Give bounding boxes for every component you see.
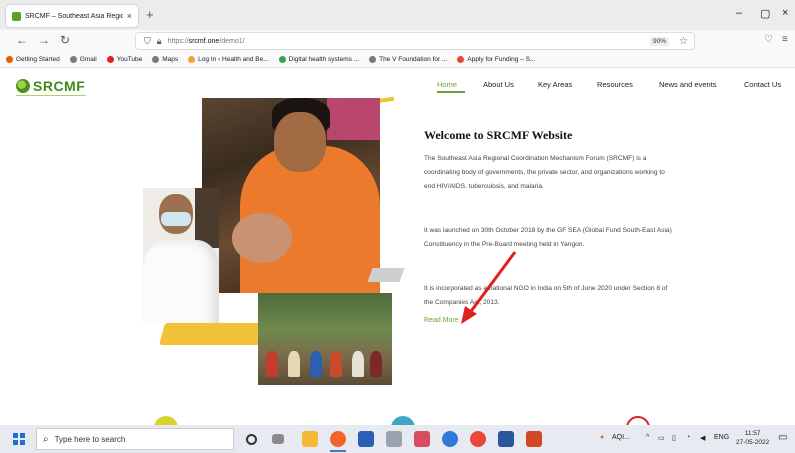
browser-nav-bar: ← → ↻ ⛉ 🔒︎ https://srcmf.one/demo1/ 90% … bbox=[0, 30, 795, 52]
pocket-icon[interactable]: ♡ bbox=[764, 34, 773, 45]
red-arrow-annotation bbox=[461, 251, 517, 324]
site-logo[interactable]: SRCMF bbox=[16, 78, 85, 94]
bookmark-favicon-icon bbox=[188, 56, 196, 63]
browser-tab-strip: SRCMF – Southeast Asia Regio × + – ▢ × bbox=[0, 0, 795, 30]
bookmark-favicon-icon bbox=[278, 56, 286, 63]
nav-news-and-events[interactable]: News and events bbox=[659, 80, 717, 89]
maximize-button[interactable]: ▢ bbox=[760, 7, 770, 20]
app-icon[interactable] bbox=[386, 431, 402, 447]
children-photo bbox=[258, 293, 392, 385]
bookmark-label: Maps bbox=[162, 56, 179, 63]
clock[interactable]: 11:57 27-05-2022 bbox=[736, 429, 769, 447]
url-text[interactable]: https://srcmf.one/demo1/ bbox=[168, 38, 644, 45]
web-page: SRCMF Home About Us Key Areas Resources … bbox=[0, 68, 795, 425]
site-favicon-icon bbox=[12, 11, 21, 21]
read-more-link[interactable]: Read More bbox=[424, 317, 459, 324]
task-view-icon[interactable] bbox=[272, 434, 284, 444]
forward-button[interactable]: → bbox=[38, 33, 50, 47]
decorative-stroke bbox=[367, 268, 405, 282]
bookmark-item[interactable]: Digital health systems ... bbox=[278, 56, 360, 63]
weather-icon[interactable]: ● bbox=[600, 434, 604, 441]
bookmark-item[interactable]: Gmail bbox=[69, 56, 97, 63]
bookmark-item[interactable]: YouTube bbox=[106, 56, 143, 63]
bookmark-label: Digital health systems ... bbox=[288, 56, 360, 63]
language-indicator[interactable]: ENG bbox=[714, 434, 729, 441]
bookmark-favicon-icon bbox=[106, 56, 114, 63]
powerpoint-icon[interactable] bbox=[526, 431, 542, 447]
mother-child-photo bbox=[202, 98, 380, 293]
chrome-icon[interactable] bbox=[470, 431, 486, 447]
bookmark-item[interactable]: The V Foundation for ... bbox=[369, 56, 447, 63]
file-explorer-icon[interactable] bbox=[302, 431, 318, 447]
bookmark-favicon-icon bbox=[69, 56, 77, 63]
lock-icon[interactable]: 🔒︎ bbox=[157, 36, 162, 47]
reload-button[interactable]: ↻ bbox=[60, 33, 70, 47]
zoom-level[interactable]: 90% bbox=[650, 36, 670, 46]
windows-taskbar: ⌕ Type here to search ● AQI... ^ ▭ ▯ ◔ ◀… bbox=[0, 425, 795, 453]
bookmarks-bar: Getting Started Gmail YouTube Maps Log In ‹ … bbox=[0, 52, 795, 68]
nav-contact-us[interactable]: Contact Us bbox=[744, 80, 781, 89]
store-icon[interactable] bbox=[358, 431, 374, 447]
key-area-icon[interactable] bbox=[626, 416, 650, 425]
tray-chevron-icon[interactable]: ^ bbox=[646, 434, 649, 441]
active-app-indicator bbox=[330, 450, 346, 452]
tray-battery-icon[interactable]: ▯ bbox=[672, 434, 676, 442]
bookmark-label: YouTube bbox=[116, 56, 143, 63]
menu-icon[interactable]: ≡ bbox=[782, 34, 788, 45]
bookmark-item[interactable]: Log In ‹ Health and Be... bbox=[188, 56, 269, 63]
shield-icon[interactable]: ⛉ bbox=[144, 36, 151, 47]
firefox-icon[interactable] bbox=[330, 431, 346, 447]
app-icon[interactable] bbox=[414, 431, 430, 447]
bookmark-label: The V Foundation for ... bbox=[379, 56, 448, 63]
new-tab-button[interactable]: + bbox=[146, 7, 154, 22]
address-bar[interactable]: ⛉ 🔒︎ https://srcmf.one/demo1/ 90% ☆ bbox=[135, 32, 695, 50]
bookmark-favicon-icon bbox=[152, 56, 160, 63]
nav-home[interactable]: Home bbox=[437, 80, 457, 89]
app-icon[interactable] bbox=[442, 431, 458, 447]
bookmark-item[interactable]: Maps bbox=[152, 56, 178, 63]
intro-paragraph: The Southeast Asia Regional Coordination… bbox=[424, 155, 665, 190]
clock-time: 11:57 bbox=[744, 430, 761, 437]
bookmark-item[interactable]: Apply for Funding – S... bbox=[457, 56, 535, 63]
key-area-icon[interactable] bbox=[154, 416, 178, 425]
bookmark-star-icon[interactable]: ☆ bbox=[679, 36, 688, 47]
doctor-photo bbox=[143, 188, 219, 323]
nav-resources[interactable]: Resources bbox=[597, 80, 633, 89]
back-button[interactable]: ← bbox=[16, 33, 28, 47]
taskbar-search-box[interactable]: ⌕ Type here to search bbox=[36, 428, 234, 450]
active-nav-indicator bbox=[437, 91, 465, 93]
bookmark-label: Gmail bbox=[79, 56, 97, 63]
bookmark-label: Getting Started bbox=[16, 56, 60, 63]
nav-key-areas[interactable]: Key Areas bbox=[538, 80, 572, 89]
tray-volume-icon[interactable]: ◀ bbox=[700, 434, 705, 442]
search-placeholder: Type here to search bbox=[54, 434, 126, 444]
close-window-button[interactable]: × bbox=[782, 7, 788, 19]
notification-icon[interactable]: ▭ bbox=[778, 432, 787, 443]
bookmark-label: Log In ‹ Health and Be... bbox=[198, 56, 269, 63]
bookmark-favicon-icon bbox=[6, 56, 13, 63]
bookmark-label: Apply for Funding – S... bbox=[467, 56, 536, 63]
bookmark-item[interactable]: Getting Started bbox=[6, 56, 60, 63]
tab-title: SRCMF – Southeast Asia Regio bbox=[25, 12, 123, 20]
nav-about-us[interactable]: About Us bbox=[483, 80, 514, 89]
cortana-icon[interactable] bbox=[246, 434, 257, 445]
clock-date: 27-05-2022 bbox=[736, 439, 770, 446]
browser-tab[interactable]: SRCMF – Southeast Asia Regio × bbox=[6, 5, 138, 27]
bookmark-favicon-icon bbox=[457, 56, 465, 63]
search-icon: ⌕ bbox=[43, 433, 49, 445]
tray-wifi-icon[interactable]: ◔ bbox=[686, 434, 690, 441]
logo-underline bbox=[16, 95, 86, 96]
logo-icon bbox=[16, 79, 30, 93]
weather-text[interactable]: AQI... bbox=[612, 434, 630, 441]
logo-text: SRCMF bbox=[33, 78, 86, 94]
tray-network-icon[interactable]: ▭ bbox=[658, 434, 665, 442]
key-area-icon[interactable] bbox=[391, 416, 415, 425]
welcome-heading: Welcome to SRCMF Website bbox=[424, 128, 573, 142]
bookmark-favicon-icon bbox=[369, 56, 377, 63]
minimize-button[interactable]: – bbox=[736, 7, 742, 19]
word-icon[interactable] bbox=[498, 431, 514, 447]
windows-start-icon[interactable] bbox=[13, 433, 25, 445]
tab-close-icon[interactable]: × bbox=[127, 11, 132, 21]
